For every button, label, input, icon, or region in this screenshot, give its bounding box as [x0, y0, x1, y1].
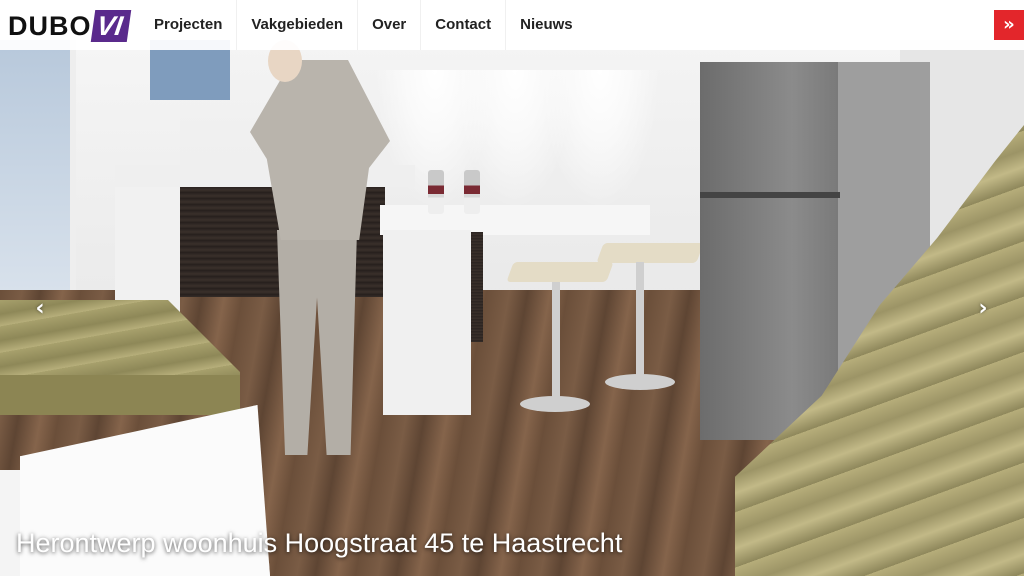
wine-glass [428, 170, 444, 214]
kitchen-island-front [471, 232, 483, 342]
chevron-left-icon[interactable]: ‹ [30, 295, 50, 323]
bar-stool-seat [506, 262, 614, 282]
bar-stool-pole [552, 282, 560, 400]
logo-text-vi: VI [90, 10, 131, 42]
wall-spotlight [540, 70, 660, 210]
double-chevron-right-icon[interactable]: » [994, 10, 1024, 40]
nav-item-nieuws[interactable]: Nieuws [505, 0, 587, 50]
bar-stool-base [605, 374, 675, 390]
chevron-right-icon[interactable]: › [973, 295, 993, 323]
nav-item-contact[interactable]: Contact [420, 0, 505, 50]
bar-stool-base [520, 396, 590, 412]
bar-stool-pole [636, 262, 644, 382]
site-header: DUBO VI Projecten Vakgebieden Over Conta… [0, 0, 1024, 50]
refrigerator-door-gap [700, 192, 840, 198]
main-nav: Projecten Vakgebieden Over Contact Nieuw… [140, 0, 587, 50]
window [0, 40, 76, 300]
nav-item-vakgebieden[interactable]: Vakgebieden [236, 0, 357, 50]
dining-table-edge [0, 375, 240, 415]
dubovi-logo[interactable]: DUBO VI [8, 10, 131, 42]
nav-item-over[interactable]: Over [357, 0, 420, 50]
slide-caption[interactable]: Herontwerp woonhuis Hoogstraat 45 te Haa… [16, 528, 622, 559]
logo-text-dubo: DUBO [8, 10, 92, 41]
wine-glass [464, 170, 480, 214]
bar-stool-seat [596, 243, 704, 263]
kitchen-counter [115, 165, 415, 187]
nav-item-projecten[interactable]: Projecten [140, 0, 236, 50]
hero-slide-image [0, 0, 1024, 576]
kitchen-island-side [383, 230, 471, 415]
